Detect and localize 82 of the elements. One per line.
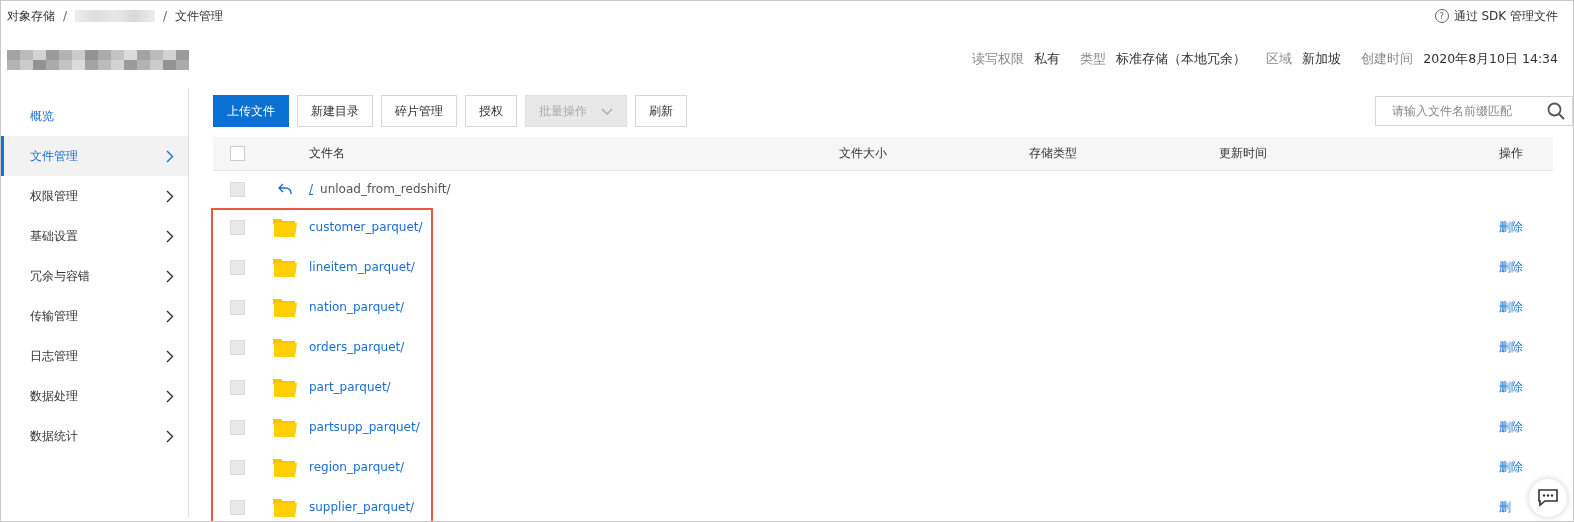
delete-link[interactable]: 删	[1499, 499, 1511, 514]
row-checkbox[interactable]	[229, 299, 245, 315]
delete-link[interactable]: 删除	[1499, 379, 1523, 394]
chat-button[interactable]	[1529, 479, 1567, 517]
row-checkbox[interactable]	[229, 339, 245, 355]
sidebar-item[interactable]: 日志管理	[1, 336, 188, 376]
folder-icon	[273, 377, 297, 397]
chevron-icon	[166, 269, 174, 283]
column-header: 文件名	[309, 146, 345, 160]
search-icon	[1547, 102, 1565, 120]
info-value: 2020年8月10日 14:34	[1423, 51, 1558, 68]
delete-link[interactable]: 删除	[1499, 219, 1523, 234]
row-checkbox[interactable]	[229, 419, 245, 435]
chevron-icon	[166, 429, 174, 443]
info-value: 新加坡	[1302, 51, 1342, 68]
folder-icon	[273, 337, 297, 357]
folder-link[interactable]: part_parquet/	[309, 380, 391, 394]
info-label: 创建时间	[1361, 51, 1414, 68]
root-link[interactable]: /	[309, 182, 314, 196]
sidebar-item[interactable]: 冗余与容错	[1, 256, 188, 296]
breadcrumb-separator: /	[63, 9, 68, 23]
folder-link[interactable]: partsupp_parquet/	[309, 420, 420, 434]
column-header: 文件大小	[839, 146, 887, 160]
chevron-icon	[166, 309, 174, 323]
row-checkbox[interactable]	[229, 219, 245, 235]
back-arrow-icon[interactable]	[278, 183, 292, 195]
sidebar-item[interactable]: 数据统计	[1, 416, 188, 456]
folder-icon	[273, 257, 297, 277]
folder-icon	[273, 217, 297, 237]
checkbox[interactable]	[229, 181, 245, 197]
info-label: 读写权限	[972, 51, 1025, 68]
toolbar-button[interactable]: 碎片管理	[381, 95, 457, 127]
chevron-icon	[166, 189, 174, 203]
info-label: 区域	[1266, 51, 1293, 68]
select-all-checkbox[interactable]	[229, 146, 245, 161]
current-path: unload_from_redshift/	[320, 182, 451, 196]
folder-link[interactable]: nation_parquet/	[309, 300, 404, 314]
chevron-icon	[166, 229, 174, 243]
folder-icon	[273, 417, 297, 437]
sdk-help-link[interactable]: ? 通过 SDK 管理文件	[1434, 7, 1558, 25]
search-field[interactable]: 请输入文件名前缀匹配	[1375, 96, 1573, 126]
sidebar-item[interactable]: 文件管理	[1, 136, 188, 176]
row-checkbox[interactable]	[229, 259, 245, 275]
toolbar-button[interactable]: 上传文件	[213, 95, 289, 127]
breadcrumb-item[interactable]: 对象存储	[7, 7, 55, 25]
chat-icon	[1538, 489, 1558, 507]
delete-link[interactable]: 删除	[1499, 419, 1523, 434]
folder-link[interactable]: orders_parquet/	[309, 340, 405, 354]
row-checkbox[interactable]	[229, 499, 245, 515]
folder-link[interactable]: region_parquet/	[309, 460, 404, 474]
folder-link[interactable]: lineitem_parquet/	[309, 260, 415, 274]
folder-icon	[273, 457, 297, 477]
caret-icon	[601, 107, 613, 115]
delete-link[interactable]: 删除	[1499, 459, 1523, 474]
toolbar-button[interactable]: 授权	[465, 95, 517, 127]
folder-link[interactable]: supplier_parquet/	[309, 500, 415, 514]
folder-icon	[273, 297, 297, 317]
chevron-icon	[166, 149, 174, 163]
sidebar-item[interactable]: 概览	[1, 96, 188, 136]
toolbar-button[interactable]: 新建目录	[297, 95, 373, 127]
sidebar-item[interactable]: 基础设置	[1, 216, 188, 256]
info-value: 标准存储（本地冗余）	[1116, 51, 1247, 68]
delete-link[interactable]: 删除	[1499, 299, 1523, 314]
breadcrumb-separator: /	[163, 9, 168, 23]
info-value: 私有	[1034, 51, 1061, 68]
info-label: 类型	[1080, 51, 1107, 68]
column-header: 操作	[1499, 146, 1523, 160]
chevron-icon	[166, 349, 174, 363]
sidebar-item[interactable]: 权限管理	[1, 176, 188, 216]
column-header: 存储类型	[1029, 146, 1077, 160]
breadcrumb-item: 文件管理	[175, 7, 224, 25]
folder-link[interactable]: customer_parquet/	[309, 220, 423, 234]
delete-link[interactable]: 删除	[1499, 339, 1523, 354]
column-header: 更新时间	[1219, 146, 1267, 160]
sidebar-item[interactable]: 传输管理	[1, 296, 188, 336]
chevron-icon	[166, 389, 174, 403]
folder-icon	[273, 497, 297, 517]
row-checkbox[interactable]	[229, 459, 245, 475]
row-checkbox[interactable]	[229, 379, 245, 395]
sidebar-item[interactable]: 数据处理	[1, 376, 188, 416]
toolbar-button[interactable]: 刷新	[635, 95, 687, 127]
delete-link[interactable]: 删除	[1499, 259, 1523, 274]
